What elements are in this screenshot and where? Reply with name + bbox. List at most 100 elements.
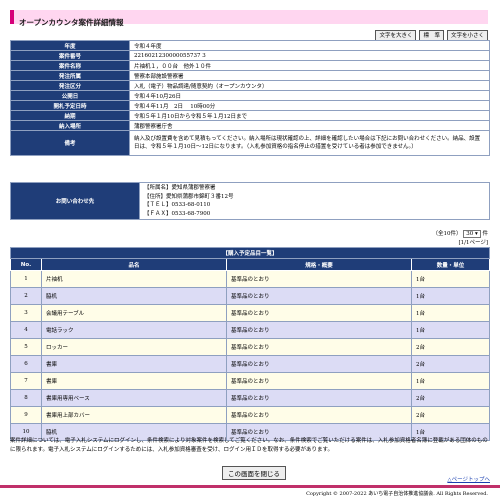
info-label: 発注区分 <box>10 80 130 91</box>
info-label: 納入場所 <box>10 120 130 131</box>
col-qty: 数量・単位 <box>411 258 490 271</box>
info-row: 発注所属 警察本部施設警察署 <box>10 70 490 81</box>
contact-dept: 【所属名】愛知県蒲郡警察署 <box>144 185 216 191</box>
info-label: 年度 <box>10 40 130 51</box>
item-row: 7 書庫 基準品のとおり 1台 <box>10 372 490 390</box>
case-info-table: 年度 令和４年度 案件番号 2216021230000055737 3 案件名称 片袖机１… <box>10 40 490 156</box>
item-qty: 1台 <box>411 372 490 390</box>
item-spec: 基準品のとおり <box>226 389 412 407</box>
item-row: 1 片袖机 基準品のとおり 1台 <box>10 270 490 288</box>
pagination-info: （全10件） 30 ▾ 件 [1/1ページ] <box>432 229 488 246</box>
item-qty: 2台 <box>411 389 490 407</box>
item-name: 書庫 <box>41 372 227 390</box>
contact-tel: 【ＴＥＬ】0533-68-0110 <box>144 202 211 208</box>
page-title-bar: オープンカウンタ案件詳細情報 <box>10 10 488 27</box>
item-qty: 2台 <box>411 338 490 356</box>
info-row: 年度 令和４年度 <box>10 40 490 51</box>
contact-label: お問い合わせ先 <box>10 182 140 220</box>
item-qty: 1台 <box>411 304 490 322</box>
item-row: 5 ロッカー 基準品のとおり 2台 <box>10 338 490 356</box>
info-row: 開札予定日時 令和４年11月 2日 10時00分 <box>10 100 490 111</box>
footer: Copyright © 2007-2022 あいち電子自治体推進協議会. All… <box>0 485 500 503</box>
col-spec: 規格・概要 <box>226 258 412 271</box>
item-no: 6 <box>10 355 42 373</box>
item-name: 書庫用上部カバー <box>41 406 227 424</box>
item-name: ロッカー <box>41 338 227 356</box>
item-row: 9 書庫用上部カバー 基準品のとおり 2台 <box>10 406 490 424</box>
item-spec: 基準品のとおり <box>226 372 412 390</box>
item-row: 8 書庫用専用ベース 基準品のとおり 2台 <box>10 389 490 407</box>
items-table: 【購入予定品目一覧】 No. 品名 規格・概要 数量・単位 1 片袖机 基準品のとお… <box>10 247 490 441</box>
info-value: 入札（電子）物品調達/随意契約（オープンカウンタ） <box>129 80 490 91</box>
info-row: 納期 令和５年１月10日から令和５年１月12日まで <box>10 110 490 121</box>
notice-text: 案件詳細については、電子入札システムにログインし、条件検索により対象案件を検索し… <box>10 438 488 453</box>
page-top-link[interactable]: △ページトップへ <box>447 475 490 483</box>
item-qty: 2台 <box>411 406 490 424</box>
items-caption: 【購入予定品目一覧】 <box>10 247 490 259</box>
item-qty: 1台 <box>411 270 490 288</box>
item-no: 8 <box>10 389 42 407</box>
item-row: 2 脇机 基準品のとおり 1台 <box>10 287 490 305</box>
item-spec: 基準品のとおり <box>226 304 412 322</box>
contact-details: 【所属名】愛知県蒲郡警察署 【住所】愛知県蒲郡市錦町３番12号 【ＴＥＬ】053… <box>139 182 490 220</box>
item-qty: 2台 <box>411 355 490 373</box>
info-label: 開札予定日時 <box>10 100 130 111</box>
contact-address: 【住所】愛知県蒲郡市錦町３番12号 <box>144 193 234 200</box>
item-spec: 基準品のとおり <box>226 287 412 305</box>
item-row: 4 電話ラック 基準品のとおり 1台 <box>10 321 490 339</box>
info-row: 公開日 令和４年10月26日 <box>10 90 490 101</box>
item-no: 4 <box>10 321 42 339</box>
item-no: 2 <box>10 287 42 305</box>
item-no: 3 <box>10 304 42 322</box>
page-title: オープンカウンタ案件詳細情報 <box>19 18 124 27</box>
info-label: 備考 <box>10 130 130 156</box>
item-spec: 基準品のとおり <box>226 321 412 339</box>
item-row: 3 会議用テーブル 基準品のとおり 1台 <box>10 304 490 322</box>
total-count: （全10件） <box>432 231 462 237</box>
info-value: 令和４年10月26日 <box>129 90 490 101</box>
contact-fax: 【ＦＡＸ】0533-68-7900 <box>144 210 211 217</box>
info-label: 納期 <box>10 110 130 121</box>
item-name: 会議用テーブル <box>41 304 227 322</box>
info-label: 発注所属 <box>10 70 130 81</box>
page-indicator: [1/1ページ] <box>458 240 488 246</box>
info-label: 公開日 <box>10 90 130 101</box>
item-row: 6 書庫 基準品のとおり 2台 <box>10 355 490 373</box>
info-row: 納入場所 蒲郡警察署庁舎 <box>10 120 490 131</box>
item-no: 9 <box>10 406 42 424</box>
col-no: No. <box>10 258 42 271</box>
item-spec: 基準品のとおり <box>226 338 412 356</box>
info-row: 発注区分 入札（電子）物品調達/随意契約（オープンカウンタ） <box>10 80 490 91</box>
item-name: 片袖机 <box>41 270 227 288</box>
contact-table: お問い合わせ先 【所属名】愛知県蒲郡警察署 【住所】愛知県蒲郡市錦町３番12号 … <box>10 182 490 220</box>
info-row: 案件名称 片袖机１，００台 他外１０件 <box>10 60 490 71</box>
item-name: 電話ラック <box>41 321 227 339</box>
item-no: 7 <box>10 372 42 390</box>
item-no: 5 <box>10 338 42 356</box>
info-row: 備考 納入及び設置費を含めて見積もってください。納入場所は現状確認の上、詳細を確認… <box>10 130 490 156</box>
item-name: 書庫用専用ベース <box>41 389 227 407</box>
col-name: 品名 <box>41 258 227 271</box>
close-window-button[interactable]: この画面を閉じる <box>222 466 286 480</box>
item-name: 脇机 <box>41 287 227 305</box>
info-label: 案件番号 <box>10 50 130 61</box>
copyright-text: Copyright © 2007-2022 あいち電子自治体推進協議会. All… <box>306 491 488 497</box>
item-qty: 1台 <box>411 287 490 305</box>
item-spec: 基準品のとおり <box>226 406 412 424</box>
info-value: 蒲郡警察署庁舎 <box>129 120 490 131</box>
per-page-select[interactable]: 30 ▾ <box>463 230 481 238</box>
item-spec: 基準品のとおり <box>226 355 412 373</box>
info-value: 納入及び設置費を含めて見積もってください。納入場所は現状確認の上、詳細を確認した… <box>129 130 490 156</box>
info-value: 片袖机１，００台 他外１０件 <box>129 60 490 71</box>
item-name: 書庫 <box>41 355 227 373</box>
info-value: 2216021230000055737 3 <box>129 50 490 61</box>
info-value: 令和４年11月 2日 10時00分 <box>129 100 490 111</box>
item-spec: 基準品のとおり <box>226 270 412 288</box>
info-value: 警察本部施設警察署 <box>129 70 490 81</box>
info-value: 令和４年度 <box>129 40 490 51</box>
per-page-suffix: 件 <box>482 231 488 237</box>
item-qty: 1台 <box>411 321 490 339</box>
item-no: 1 <box>10 270 42 288</box>
info-row: 案件番号 2216021230000055737 3 <box>10 50 490 61</box>
info-label: 案件名称 <box>10 60 130 71</box>
